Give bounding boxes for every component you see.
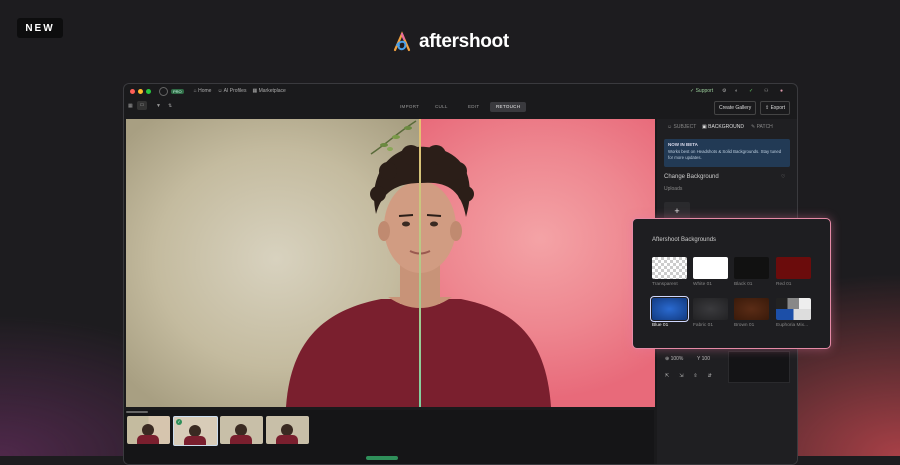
selected-check-icon: ✓ (176, 419, 182, 425)
toolbar: ▦ ▭ ▼ ⇅ IMPORT CULL EDIT RETOUCH Create … (124, 99, 797, 116)
grid-view-icon[interactable]: ▦ (128, 103, 133, 109)
uploads-label: Uploads (664, 186, 683, 192)
opacity-control[interactable]: Y 100 (697, 356, 710, 362)
aftershoot-logo-icon (393, 31, 411, 52)
filter-icon[interactable]: ▼ (156, 103, 161, 109)
swatch-label: White 01 (693, 282, 712, 287)
swatch-blue[interactable] (650, 296, 689, 322)
support-link[interactable]: ✓ Support (690, 88, 713, 94)
close-window-icon[interactable] (130, 88, 135, 94)
reset-icon[interactable]: ♡ (781, 174, 785, 180)
nav-home[interactable]: ⌂ Home (194, 88, 212, 94)
swatch-label: Fabric 01 (693, 323, 713, 328)
swatch-red[interactable] (776, 257, 811, 279)
beta-text: Works best on Headshots & Solid Backgrou… (668, 149, 782, 160)
zoom-control[interactable]: ⊕ 100% (665, 356, 683, 362)
notification-icon[interactable]: ⚇ (764, 88, 768, 94)
pro-badge: PRO (171, 88, 184, 94)
film-thumb[interactable] (127, 416, 170, 444)
swatch-label: Black 01 (734, 282, 753, 287)
nav-ai-profiles[interactable]: ☺ AI Profiles (217, 88, 246, 94)
mode-retouch[interactable]: RETOUCH (490, 102, 527, 112)
theme-icon[interactable]: ◐ (735, 88, 738, 94)
preview-box (728, 351, 790, 383)
sync-icon[interactable]: ✓ (749, 88, 753, 94)
swatch-transparent[interactable] (652, 257, 687, 279)
portrait-subject (286, 145, 551, 407)
sort-icon[interactable]: ⇅ (168, 103, 172, 109)
maximize-window-icon[interactable] (146, 88, 151, 94)
swatch-black[interactable] (734, 257, 769, 279)
progress-indicator (366, 456, 398, 460)
before-after-divider[interactable] (419, 119, 421, 407)
swatch-white[interactable] (693, 257, 728, 279)
transform-icons[interactable]: ⇱⇲⇳⇵ (665, 373, 722, 379)
change-background-title: Change Background (664, 174, 719, 180)
minimize-window-icon[interactable] (138, 88, 143, 94)
mode-import[interactable]: IMPORT (394, 102, 425, 112)
swatch-label: Transparent (652, 282, 678, 287)
swatch-label: Brown 01 (734, 323, 755, 328)
avatar[interactable]: ● (780, 88, 783, 94)
new-badge: NEW (17, 18, 63, 38)
beta-notice: NOW IN BETA Works best on Headshots & So… (664, 139, 790, 167)
export-button[interactable]: ⇪ Export (760, 101, 791, 115)
aftershoot-logo: aftershoot (391, 31, 509, 53)
film-thumb[interactable] (220, 416, 263, 444)
swatch-label: Blue 01 (652, 323, 669, 328)
beta-title: NOW IN BETA (668, 142, 698, 147)
swatch-brown[interactable] (734, 298, 769, 320)
swatch-label: Red 01 (776, 282, 792, 287)
popup-title: Aftershoot Backgrounds (652, 237, 717, 243)
create-gallery-button[interactable]: Create Gallery (714, 101, 757, 115)
swatch-fabric[interactable] (693, 298, 728, 320)
filmstrip-scrollbar[interactable] (126, 411, 148, 413)
swatch-euphoria-mix[interactable] (776, 298, 811, 320)
single-view-icon[interactable]: ▭ (137, 101, 147, 110)
settings-icon[interactable]: ⚙ (722, 88, 726, 94)
titlebar: PRO ⌂ Home ☺ AI Profiles ▦ Marketplace ✓… (124, 84, 797, 98)
backgrounds-popup: Aftershoot Backgrounds Transparent White… (632, 218, 831, 349)
tab-patch[interactable]: ✎ PATCH (751, 124, 773, 130)
mode-edit[interactable]: EDIT (462, 102, 485, 112)
tab-background[interactable]: ▣ BACKGROUND (702, 124, 744, 130)
film-thumb-selected[interactable]: ✓ (173, 416, 218, 446)
tab-subject[interactable]: ☺ SUBJECT (667, 124, 696, 130)
app-logo-icon (159, 86, 168, 96)
nav-marketplace[interactable]: ▦ Marketplace (252, 88, 285, 94)
brand-name: aftershoot (419, 31, 509, 52)
swatch-label: Euphoria Mix... (776, 323, 808, 328)
film-thumb[interactable] (266, 416, 309, 444)
mode-cull[interactable]: CULL (429, 102, 454, 112)
photo-canvas[interactable] (126, 119, 655, 407)
